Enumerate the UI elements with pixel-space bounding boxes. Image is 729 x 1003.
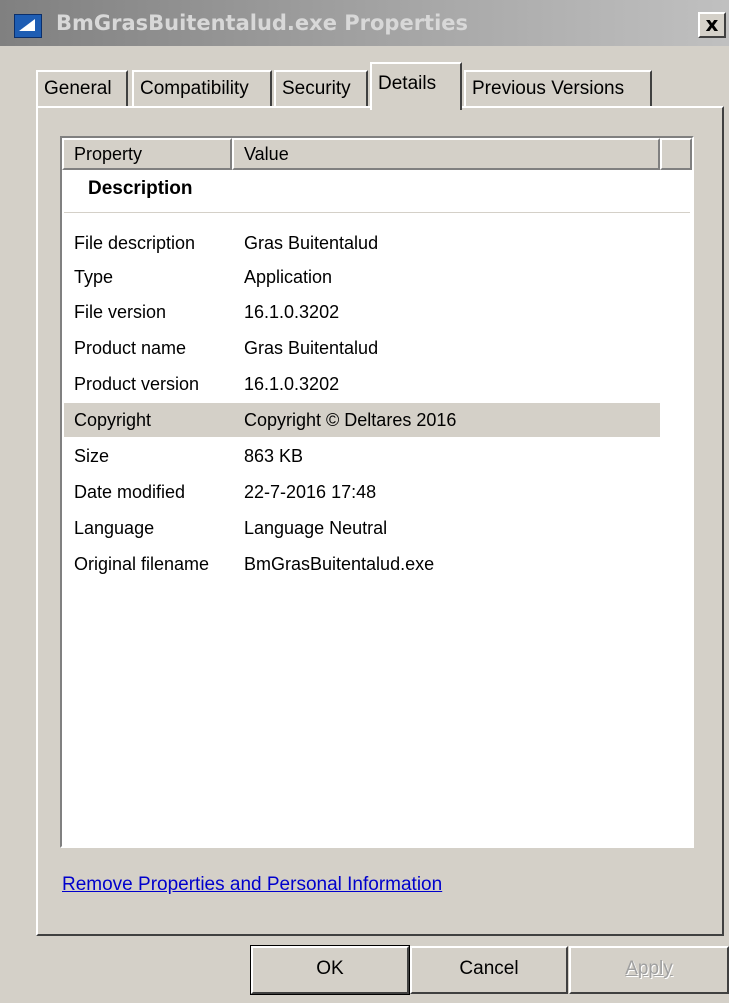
ok-button-label: OK [316,958,344,979]
property-value: BmGrasBuitentalud.exe [244,554,435,574]
list-row-file-version[interactable]: File version 16.1.0.3202 [64,295,660,329]
list-row-original-filename[interactable]: Original filename BmGrasBuitentalud.exe [64,547,660,581]
tab-label: Details [378,73,437,94]
remove-properties-link[interactable]: Remove Properties and Personal Informati… [62,874,442,896]
property-name: Date modified [74,482,186,502]
tab-previous-versions[interactable]: Previous Versions [464,70,652,106]
property-value: Application [244,267,333,287]
tab-compatibility[interactable]: Compatibility [132,70,272,106]
tab-security[interactable]: Security [274,70,368,106]
property-value: 16.1.0.3202 [244,302,340,322]
property-name: Type [74,267,114,287]
property-value: 22-7-2016 17:48 [244,482,377,502]
list-row-copyright[interactable]: Copyright Copyright © Deltares 2016 [64,403,660,437]
list-row-size[interactable]: Size 863 KB [64,439,660,473]
property-value: Language Neutral [244,518,388,538]
property-value: 863 KB [244,446,304,466]
cancel-button[interactable]: Cancel [410,946,568,994]
list-header: Property Value [62,138,692,170]
property-name: Product name [74,338,187,358]
list-row-product-name[interactable]: Product name Gras Buitentalud [64,331,660,365]
close-button[interactable]: x [698,12,726,38]
ok-button[interactable]: OK [250,945,410,995]
property-name: Product version [74,374,200,394]
title-bar[interactable]: BmGrasBuitentalud.exe Properties x [0,0,729,46]
details-list[interactable]: Property Value Description File descript… [60,136,694,848]
app-icon [14,14,42,38]
section-divider [64,212,690,213]
column-header-filler [660,138,692,170]
property-value: 16.1.0.3202 [244,374,340,394]
tab-details[interactable]: Details [370,62,462,110]
tab-label: Security [282,78,351,99]
list-row-type[interactable]: Type Application [64,260,660,294]
tab-general[interactable]: General [36,70,128,106]
property-value: Copyright © Deltares 2016 [244,410,457,430]
property-name: Copyright [74,410,152,430]
apply-button[interactable]: Apply [569,946,729,994]
property-value: Gras Buitentalud [244,338,379,358]
tab-label: Previous Versions [472,78,625,99]
property-name: Size [74,446,110,466]
property-value: Gras Buitentalud [244,233,379,253]
list-row-product-version[interactable]: Product version 16.1.0.3202 [64,367,660,401]
property-name: File description [74,233,196,253]
column-header-property[interactable]: Property [62,138,232,170]
list-row-language[interactable]: Language Language Neutral [64,511,660,545]
list-row-file-description[interactable]: File description Gras Buitentalud [64,226,660,260]
property-name: Language [74,518,155,538]
column-header-label: Value [244,144,289,164]
apply-button-label: Apply [625,958,673,979]
tab-label: General [44,78,112,99]
window-title: BmGrasBuitentalud.exe Properties [56,11,469,35]
section-title: Description [88,178,193,199]
tab-label: Compatibility [140,78,249,99]
column-header-value[interactable]: Value [232,138,660,170]
property-name: File version [74,302,167,322]
property-name: Original filename [74,554,210,574]
column-header-label: Property [74,144,143,164]
list-row-date-modified[interactable]: Date modified 22-7-2016 17:48 [64,475,660,509]
close-icon: x [705,12,719,36]
cancel-button-label: Cancel [459,958,519,979]
